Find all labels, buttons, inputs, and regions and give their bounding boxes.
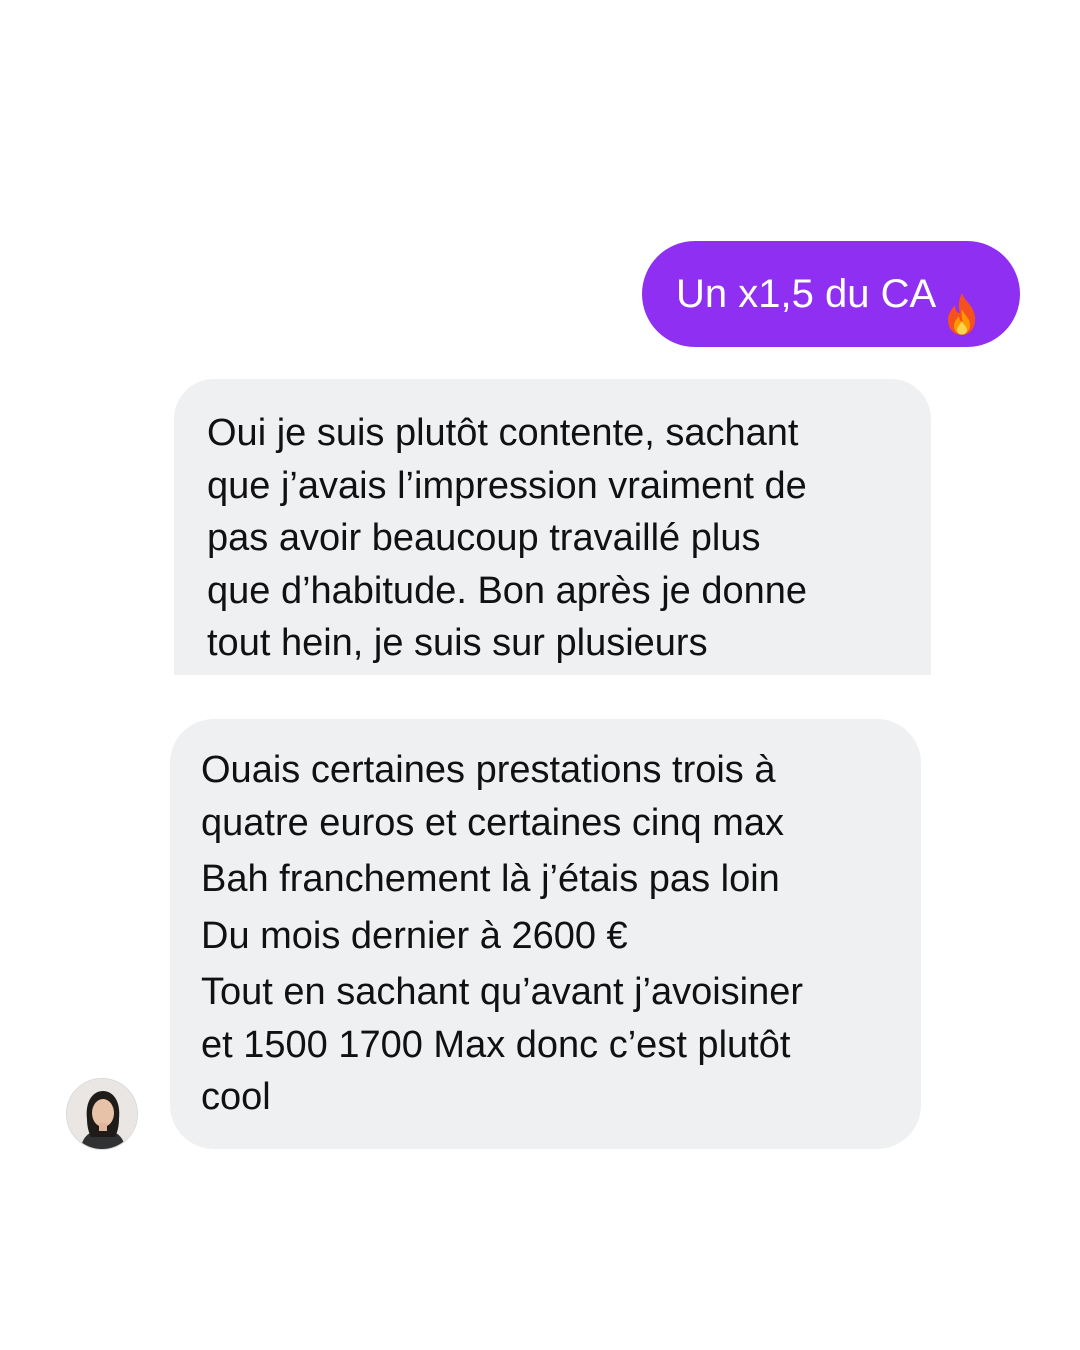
- message-line: tout hein, je suis sur plusieurs: [207, 622, 708, 664]
- message-line: Ouais certaines prestations trois à: [201, 749, 776, 791]
- received-message-bubble-1[interactable]: Oui je suis plutôt contente, sachant que…: [174, 379, 931, 675]
- contact-avatar[interactable]: [66, 1078, 138, 1150]
- message-line: que j’avais l’impression vraiment de: [207, 464, 807, 507]
- message-line: Oui je suis plutôt contente, sachant: [207, 412, 799, 454]
- message-line: que d’habitude. Bon après je donne: [207, 569, 808, 612]
- sent-message-bubble[interactable]: Un x1,5 du CA: [642, 241, 1021, 347]
- avatar-photo: [67, 1079, 137, 1149]
- message-line: pas avoir beaucoup travaillé plus: [207, 517, 761, 559]
- sent-message-text: Un x1,5 du CA: [676, 272, 937, 316]
- message-thread: Un x1,5 du CA Oui je suis plutôt content…: [0, 0, 1080, 1350]
- message-line: Bah franchement là j’étais pas loin: [201, 858, 780, 900]
- message-line: Tout en sachant qu’avant j’avoisiner: [201, 971, 804, 1013]
- flame-icon: [942, 271, 982, 335]
- message-line: et 1500 1700 Max donc c’est plutôt: [201, 1023, 791, 1066]
- received-message-bubble-2[interactable]: Ouais certaines prestations trois à quat…: [170, 719, 921, 1149]
- message-line: cool: [201, 1076, 271, 1118]
- message-line: quatre euros et certaines cinq max: [201, 801, 784, 844]
- message-line: Du mois dernier à 2600 €: [201, 914, 628, 957]
